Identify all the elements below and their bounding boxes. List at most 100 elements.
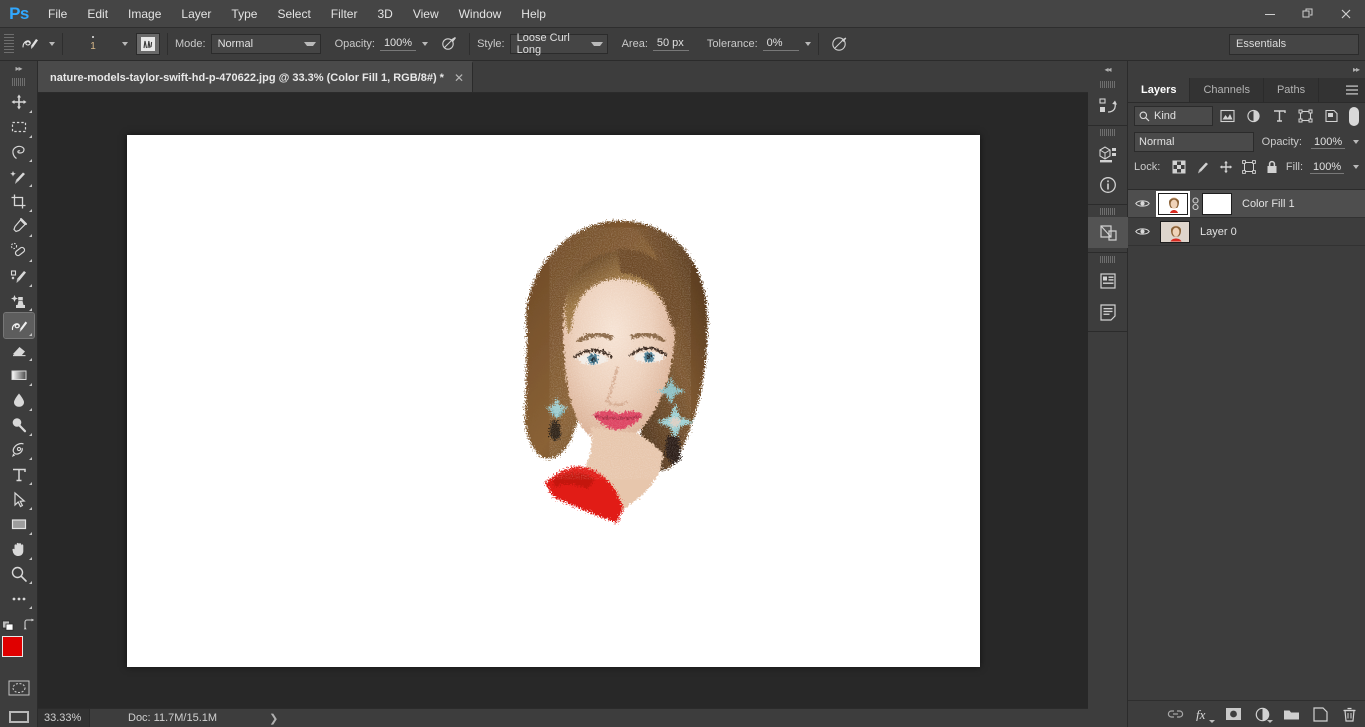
layer-thumbnail[interactable] — [1160, 220, 1190, 243]
tab-channels[interactable]: Channels — [1190, 78, 1264, 102]
style-dropdown[interactable]: Loose Curl Long — [509, 32, 608, 56]
lasso-tool[interactable] — [4, 140, 34, 165]
area-value[interactable]: 50 px — [652, 37, 689, 51]
minimize-icon[interactable] — [1251, 0, 1289, 28]
adjustment-layer-filter-icon[interactable] — [1243, 106, 1265, 126]
tolerance-caret-icon[interactable] — [804, 42, 811, 46]
menu-edit[interactable]: Edit — [77, 0, 118, 28]
lock-position-icon[interactable] — [1217, 158, 1235, 176]
screen-mode-icon[interactable] — [7, 708, 31, 727]
art-history-brush-tool[interactable] — [2, 312, 35, 340]
brush-preset-picker[interactable]: 1 — [70, 31, 116, 57]
tab-paths[interactable]: Paths — [1264, 78, 1320, 102]
horizontal-type-tool[interactable] — [4, 462, 34, 487]
rail-collapse-arrows-icon[interactable]: ◂◂ — [1088, 61, 1127, 78]
lock-artboard-nesting-icon[interactable] — [1240, 158, 1258, 176]
menu-3d[interactable]: 3D — [367, 0, 402, 28]
panel-collapse-arrows-icon[interactable]: ▸▸ — [1128, 61, 1365, 78]
quick-mask-toggle-icon[interactable] — [7, 679, 31, 698]
layer-opacity-value[interactable]: 100% — [1311, 136, 1345, 149]
clone-stamp-tool[interactable] — [4, 289, 34, 314]
eraser-tool[interactable] — [4, 338, 34, 363]
restore-icon[interactable] — [1289, 0, 1327, 28]
status-menu-arrow-icon[interactable]: ❯ — [269, 712, 278, 725]
artboard[interactable] — [127, 135, 980, 667]
layer-mask-link-icon[interactable] — [1190, 196, 1200, 211]
document-tab[interactable]: nature-models-taylor-swift-hd-p-470622.j… — [38, 61, 474, 92]
menu-image[interactable]: Image — [118, 0, 171, 28]
close-icon[interactable] — [1327, 0, 1365, 28]
rail-grip-1[interactable] — [1099, 81, 1116, 88]
shape-layer-filter-icon[interactable] — [1295, 106, 1317, 126]
eyedropper-tool[interactable] — [4, 214, 34, 239]
quick-selection-tool[interactable] — [4, 164, 34, 189]
tool-preset-caret-icon[interactable] — [49, 42, 55, 46]
lock-transparent-pixels-icon[interactable] — [1170, 158, 1188, 176]
rail-grip-2[interactable] — [1099, 129, 1116, 136]
dodge-tool[interactable] — [4, 413, 34, 438]
tolerance-value[interactable]: 0% — [762, 37, 799, 51]
link-layers-button[interactable] — [1165, 704, 1185, 724]
layer-mask-thumbnail[interactable] — [1202, 192, 1232, 215]
new-adjustment-layer-button[interactable] — [1252, 704, 1273, 724]
blend-mode-dropdown[interactable]: Normal — [210, 34, 321, 54]
tablet-pressure-icon[interactable] — [826, 32, 852, 56]
path-selection-tool[interactable] — [4, 487, 34, 512]
toolbar-grip[interactable] — [11, 78, 26, 86]
brush-tool[interactable] — [4, 264, 34, 289]
lock-all-icon[interactable] — [1263, 158, 1281, 176]
3d-panel-icon[interactable] — [1088, 138, 1128, 169]
menu-filter[interactable]: Filter — [321, 0, 368, 28]
pen-tool[interactable] — [4, 438, 34, 463]
layer-thumbnail[interactable] — [1156, 190, 1190, 217]
layer-name[interactable]: Color Fill 1 — [1242, 198, 1295, 210]
color-swatches[interactable] — [1, 636, 36, 671]
blur-tool[interactable] — [4, 388, 34, 413]
gradient-tool[interactable] — [4, 363, 34, 388]
foreground-color-swatch[interactable] — [1, 636, 23, 658]
brush-preset-caret-icon[interactable] — [122, 42, 128, 46]
rail-grip-4[interactable] — [1099, 256, 1116, 263]
fill-value[interactable]: 100% — [1310, 161, 1345, 174]
panel-menu-icon[interactable] — [1339, 78, 1365, 102]
layer-visibility-toggle[interactable] — [1128, 198, 1156, 209]
opacity-value[interactable]: 100% — [379, 37, 417, 51]
brush-panel-toggle-icon[interactable] — [136, 33, 160, 55]
rail-grip-3[interactable] — [1099, 208, 1116, 215]
rectangle-tool[interactable] — [4, 512, 34, 537]
workspace-selector[interactable]: Essentials — [1229, 33, 1359, 55]
zoom-tool[interactable] — [4, 562, 34, 587]
new-layer-button[interactable] — [1310, 704, 1330, 724]
menu-layer[interactable]: Layer — [171, 0, 221, 28]
hand-tool[interactable] — [4, 537, 34, 562]
rectangular-marquee-tool[interactable] — [4, 115, 34, 140]
type-layer-filter-icon[interactable] — [1269, 106, 1291, 126]
menu-help[interactable]: Help — [511, 0, 556, 28]
adjustments-panel-icon[interactable] — [1088, 296, 1128, 327]
options-bar-grip[interactable] — [4, 33, 14, 55]
new-group-button[interactable] — [1281, 704, 1301, 724]
menu-select[interactable]: Select — [267, 0, 320, 28]
layer-comps-panel-icon[interactable] — [1088, 217, 1128, 248]
add-layer-mask-button[interactable] — [1223, 704, 1243, 724]
delete-layer-button[interactable] — [1339, 704, 1359, 724]
smart-object-filter-icon[interactable] — [1321, 106, 1343, 126]
toolbar-collapse-arrows-icon[interactable]: ▸▸ — [0, 61, 38, 76]
opacity-caret-icon[interactable] — [1353, 140, 1359, 144]
layer-visibility-toggle[interactable] — [1128, 226, 1156, 237]
menu-type[interactable]: Type — [221, 0, 267, 28]
edit-toolbar-tool[interactable] — [4, 586, 34, 611]
tab-layers[interactable]: Layers — [1128, 78, 1191, 102]
close-document-icon[interactable]: ✕ — [454, 71, 464, 85]
filter-kind-dropdown[interactable]: Kind — [1134, 106, 1213, 126]
layer-blend-mode-dropdown[interactable]: Normal — [1134, 132, 1254, 152]
opacity-caret-icon[interactable] — [422, 42, 429, 46]
table-row[interactable]: Color Fill 1 — [1128, 190, 1365, 218]
crop-tool[interactable] — [4, 189, 34, 214]
properties-panel-icon[interactable] — [1088, 265, 1128, 296]
move-tool[interactable] — [4, 90, 34, 115]
layer-name[interactable]: Layer 0 — [1200, 226, 1237, 238]
zoom-level-field[interactable]: 33.33% — [38, 708, 90, 727]
info-panel-icon[interactable] — [1088, 169, 1128, 200]
pixel-layer-filter-icon[interactable] — [1217, 106, 1239, 126]
